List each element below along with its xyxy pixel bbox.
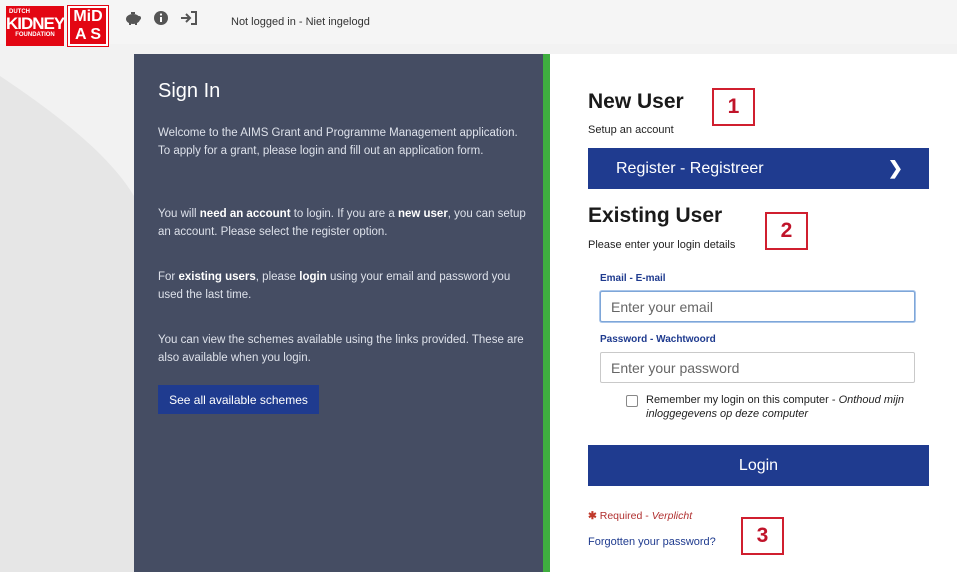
account-info-text: You will need an account to login. If yo… [158, 208, 526, 238]
annotation-marker-3: 3 [741, 517, 784, 555]
sign-in-icon[interactable] [180, 9, 198, 27]
login-status: Not logged in - Niet ingelogd [231, 16, 370, 28]
info-icon[interactable] [152, 9, 170, 27]
sign-in-info-panel: Sign In Welcome to the AIMS Grant and Pr… [134, 54, 543, 572]
register-button[interactable]: Register - Registreer ❯ [588, 148, 929, 189]
green-divider [543, 54, 550, 572]
top-bar: DUTCH KIDNEY FOUNDATION MiD A S Not logg… [0, 0, 957, 47]
toolbar-icons [124, 9, 198, 27]
remember-me-checkbox[interactable] [626, 395, 638, 407]
login-panel: New User Setup an account Register - Reg… [550, 54, 957, 572]
forgot-password-link[interactable]: Forgotten your password? [588, 536, 716, 548]
required-note: ✱ Required - Verplicht [588, 510, 693, 522]
email-label: Email - E-mail [600, 273, 666, 284]
schemes-info-text: You can view the schemes available using… [158, 334, 524, 364]
welcome-text: Welcome to the AIMS Grant and Programme … [158, 127, 518, 157]
remember-me-label[interactable]: Remember my login on this computer - Ont… [646, 393, 926, 421]
login-button[interactable]: Login [588, 445, 929, 486]
see-all-schemes-button[interactable]: See all available schemes [158, 385, 319, 414]
annotation-marker-1: 1 [712, 88, 755, 126]
password-label: Password - Wachtwoord [600, 334, 716, 345]
new-user-title: New User [588, 90, 684, 113]
chevron-right-icon: ❯ [887, 158, 903, 178]
annotation-marker-2: 2 [765, 212, 808, 250]
remember-me-row: Remember my login on this computer - Ont… [626, 393, 926, 421]
piggy-bank-icon[interactable] [124, 9, 142, 27]
midas-logo[interactable]: MiD A S [67, 5, 109, 47]
dutch-kidney-foundation-logo[interactable]: DUTCH KIDNEY FOUNDATION [6, 6, 65, 46]
required-star-icon: ✱ [588, 510, 597, 522]
email-input[interactable] [600, 291, 915, 322]
new-user-subtitle: Setup an account [588, 124, 674, 136]
existing-user-subtitle: Please enter your login details [588, 239, 736, 251]
existing-users-text: For existing users, please login using y… [158, 271, 511, 301]
password-input[interactable] [600, 352, 915, 383]
existing-user-title: Existing User [588, 204, 723, 227]
sign-in-title: Sign In [158, 80, 221, 102]
